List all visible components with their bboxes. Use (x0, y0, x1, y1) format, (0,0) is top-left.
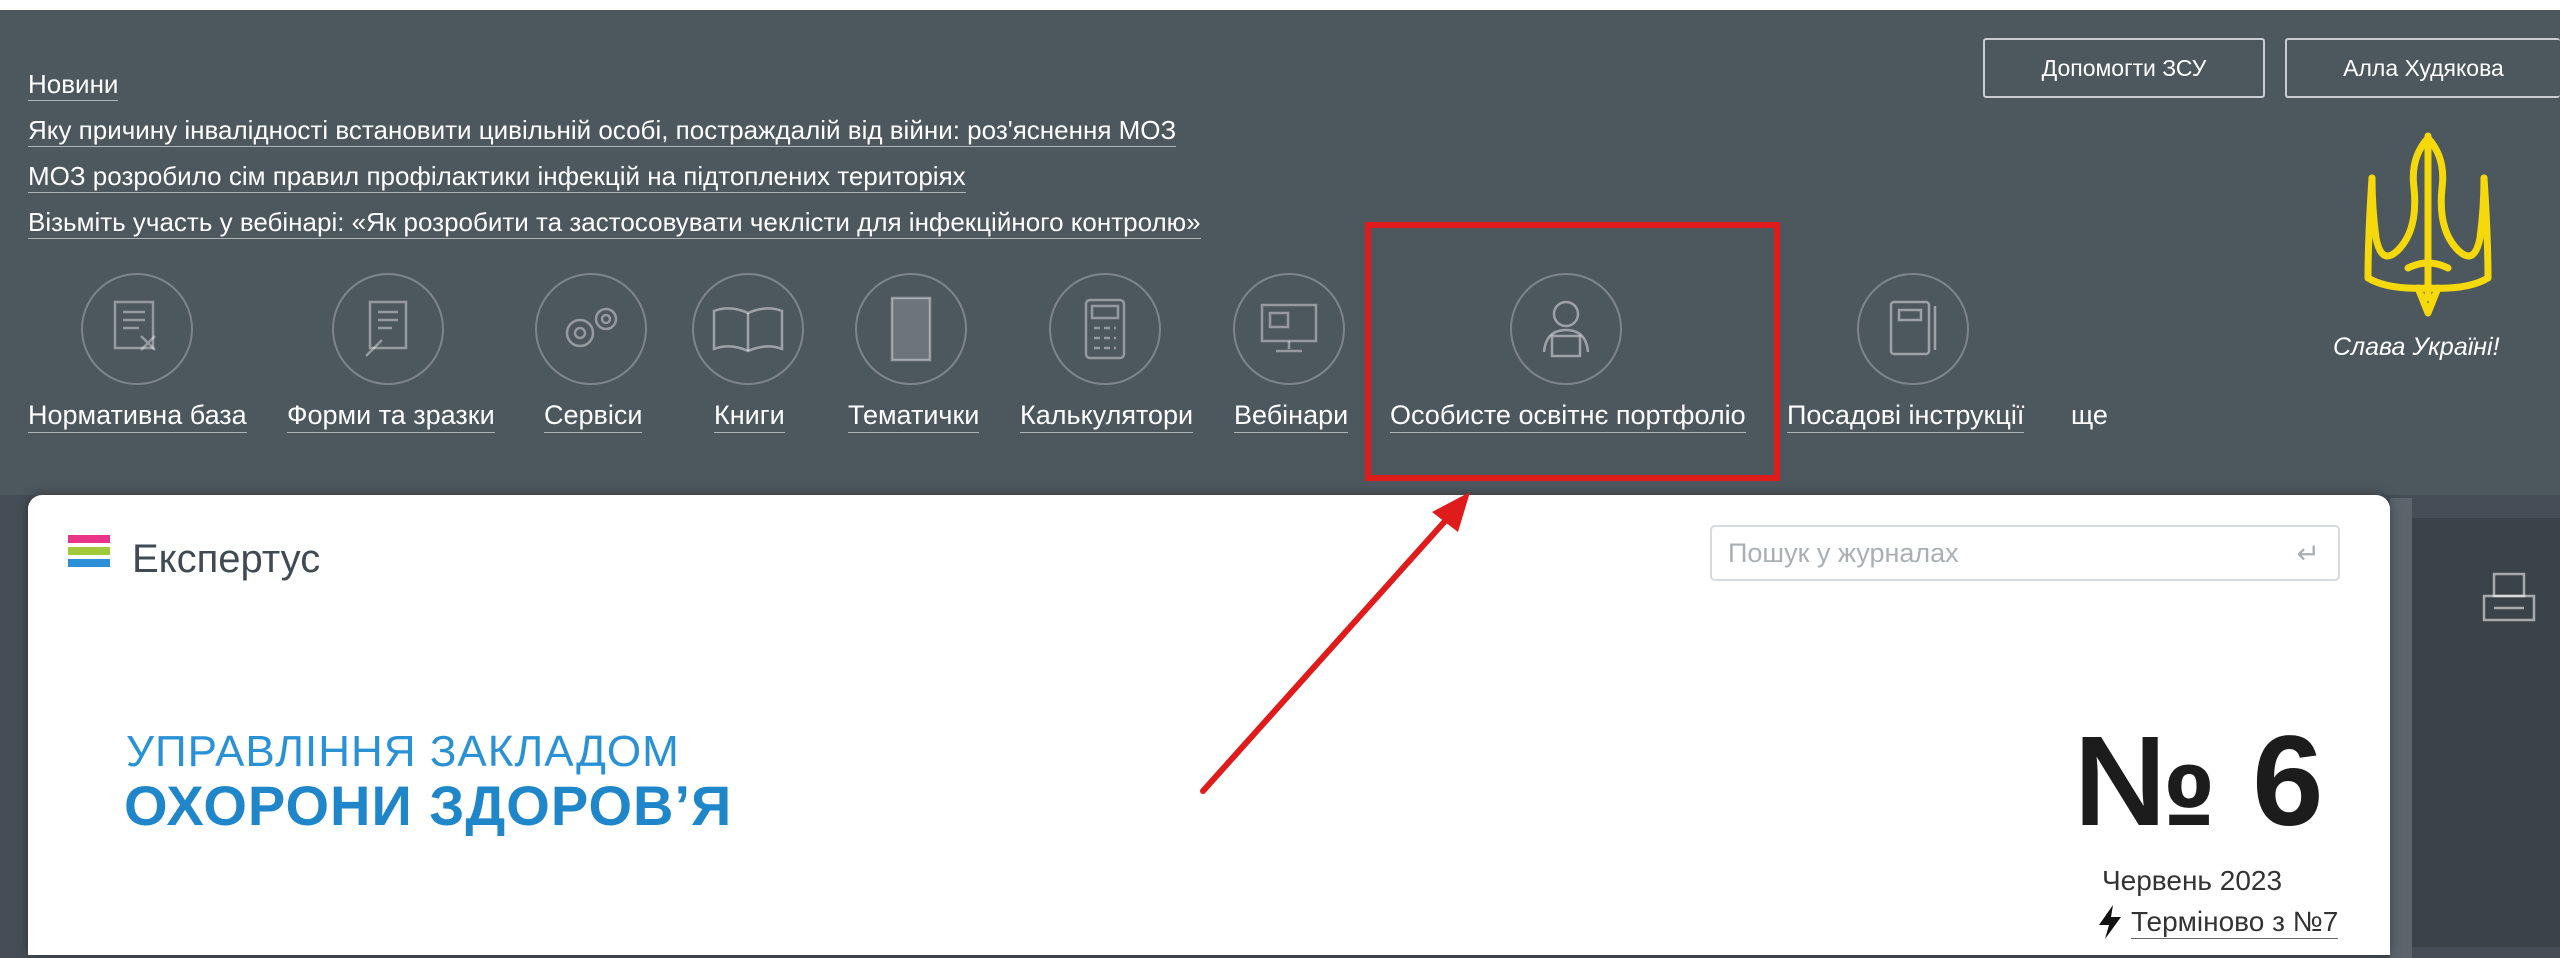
emblem-slogan: Слава Україні! (2333, 333, 2500, 361)
news-link-1[interactable]: Яку причину інвалідності встановити циві… (28, 108, 1177, 147)
nav-thematic[interactable]: Тематички (848, 398, 980, 433)
nav-more[interactable]: ще (2071, 398, 2108, 432)
journal-card: Експертус Пошук у журналах ↵ УПРАВЛІННЯ … (28, 495, 2390, 955)
document-icon[interactable] (81, 273, 193, 385)
gears-icon[interactable] (535, 273, 647, 385)
journal-search-input[interactable]: Пошук у журналах ↵ (1710, 525, 2340, 581)
enter-icon[interactable]: ↵ (2297, 537, 2320, 570)
notebook-icon[interactable] (855, 273, 967, 385)
urgent-label: Терміново з №7 (2131, 905, 2339, 939)
nav-forms-samples[interactable]: Форми та зразки (287, 398, 495, 433)
instruction-icon[interactable] (1857, 273, 1969, 385)
nav-services[interactable]: Сервіси (544, 398, 643, 433)
news-title-link[interactable]: Новини (28, 62, 119, 101)
top-strip (0, 0, 2560, 10)
news-link-3[interactable]: Візьміть участь у вебінарі: «Як розробит… (28, 200, 1201, 239)
card-edge (2390, 498, 2412, 958)
form-icon[interactable] (332, 273, 444, 385)
lightning-icon (2099, 905, 2121, 939)
nav-books[interactable]: Книги (714, 398, 785, 433)
monitor-icon[interactable] (1233, 273, 1345, 385)
user-profile-button[interactable]: Алла Худякова (2285, 38, 2560, 98)
journal-title-line2: ОХОРОНИ ЗДОРОВ’Я (124, 774, 733, 837)
news-link-2[interactable]: МОЗ розробило сім правил профілактики ін… (28, 154, 966, 193)
nav-calculators[interactable]: Калькулятори (1020, 398, 1194, 433)
brand-name: Експертус (132, 537, 321, 581)
help-zsu-button[interactable]: Допомогти ЗСУ (1983, 38, 2265, 98)
expertus-logo-icon (68, 535, 110, 571)
journal-title-line1: УПРАВЛІННЯ ЗАКЛАДОМ (126, 727, 680, 776)
issue-number: № 6 (2074, 710, 2324, 853)
printer-icon[interactable] (2480, 570, 2538, 628)
urgent-link[interactable]: Терміново з №7 (2095, 905, 2339, 939)
nav-job-instructions[interactable]: Посадові інструкції (1787, 398, 2025, 433)
trident-emblem-icon (2364, 132, 2492, 317)
nav-normative-base[interactable]: Нормативна база (28, 398, 247, 433)
calculator-icon[interactable] (1049, 273, 1161, 385)
issue-month: Червень 2023 (2102, 865, 2283, 896)
news-block: Новини Яку причину інвалідності встанови… (28, 62, 1201, 246)
highlight-box (1365, 222, 1780, 481)
book-icon[interactable] (692, 273, 804, 385)
nav-webinars[interactable]: Вебінари (1234, 398, 1349, 433)
search-placeholder: Пошук у журналах (1728, 537, 1959, 568)
